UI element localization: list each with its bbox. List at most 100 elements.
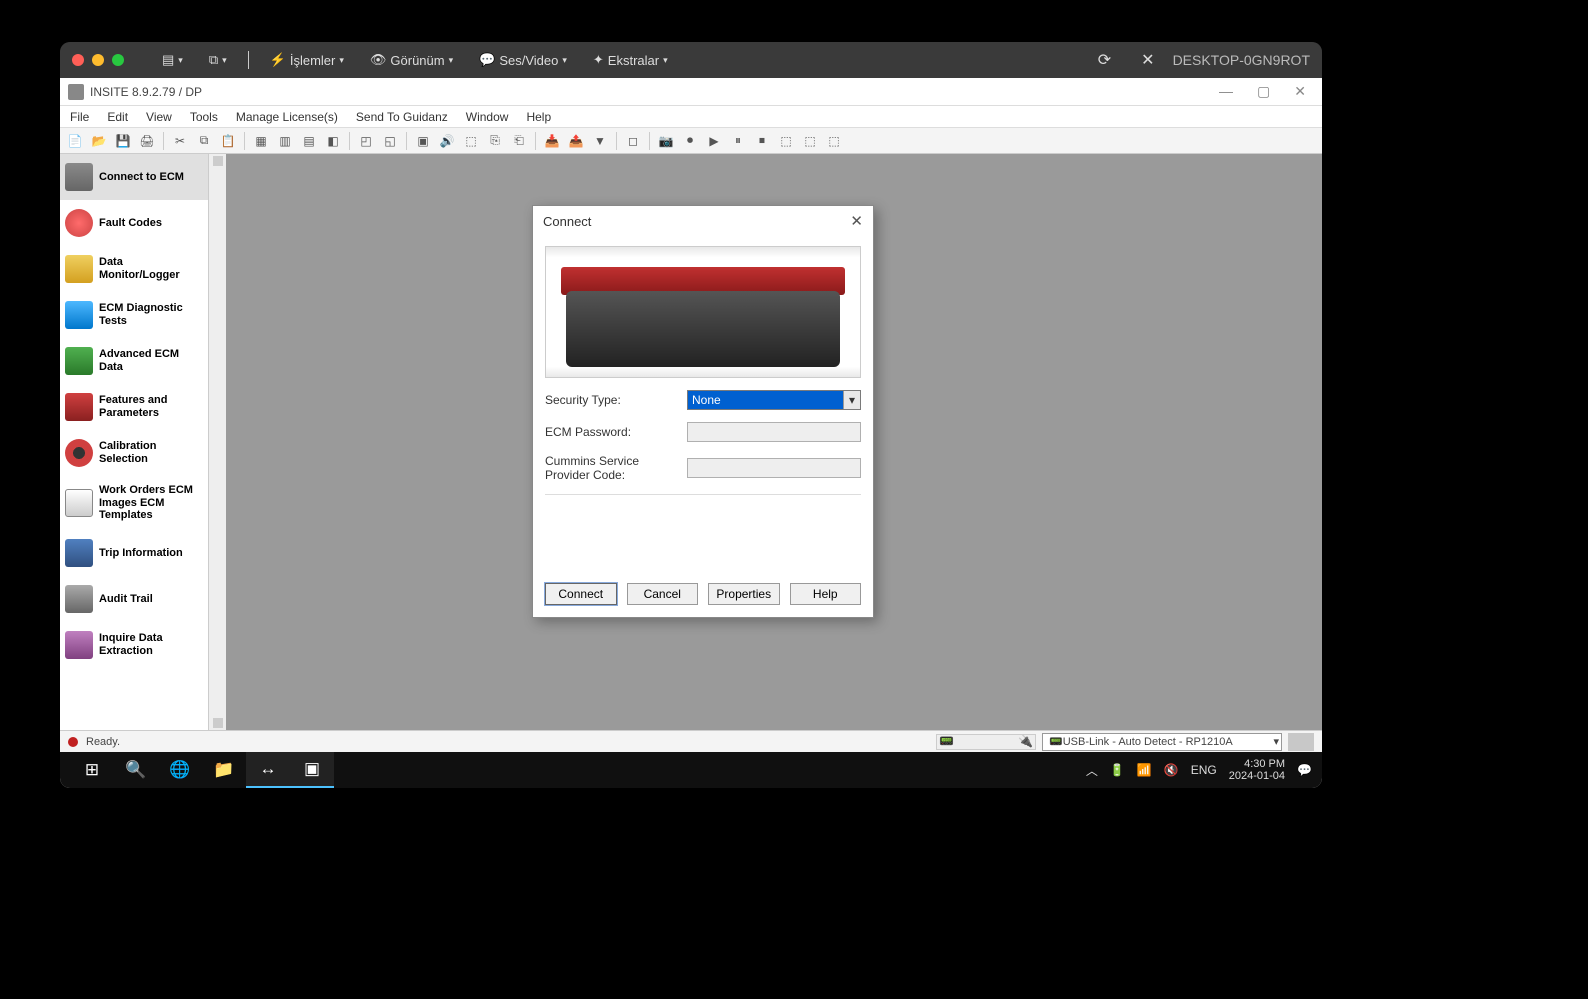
win-minimize[interactable]: —	[1219, 83, 1233, 100]
tb-print[interactable]: 🖨	[136, 131, 158, 151]
toolbar: 📄 📂 💾 🖨 ✂ ⧉ 📋 ▦ ▥ ▤ ◧ ◰ ◱ ▣ 🔊 ⬚ ⎘ ⎗ 📥 📤	[60, 128, 1322, 154]
menu-send-guidanz[interactable]: Send To Guidanz	[356, 110, 448, 124]
help-button[interactable]: Help	[790, 583, 862, 605]
tb-17[interactable]: ⬚	[823, 131, 845, 151]
tb-2[interactable]: ▥	[274, 131, 296, 151]
tb-stop[interactable]: ⏹	[751, 131, 773, 151]
features-icon	[65, 393, 93, 421]
tb-11[interactable]: ⎗	[508, 131, 530, 151]
explorer-button[interactable]: 📁	[202, 752, 246, 788]
clock[interactable]: 4:30 PM 2024-01-04	[1229, 758, 1285, 782]
menu-tools[interactable]: Tools	[190, 110, 218, 124]
workorders-icon	[65, 489, 93, 517]
tb-pause[interactable]: ⏸	[727, 131, 749, 151]
system-tray: ︿ 🔋 📶 🔇 ENG 4:30 PM 2024-01-04 💬	[1086, 758, 1312, 782]
sidebar-item-data-monitor[interactable]: Data Monitor/Logger	[60, 246, 208, 292]
sidebar-item-audit[interactable]: Audit Trail	[60, 576, 208, 622]
app-titlebar: INSITE 8.9.2.79 / DP — ▢ ✕	[60, 78, 1322, 106]
provider-code-label: Cummins Service Provider Code:	[545, 454, 687, 482]
ekstralar-menu[interactable]: ✦ Ekstralar▾	[585, 49, 676, 71]
tb-paste[interactable]: 📋	[217, 131, 239, 151]
tb-new[interactable]: 📄	[64, 131, 86, 151]
tb-save[interactable]: 💾	[112, 131, 134, 151]
password-field	[687, 422, 861, 442]
trip-icon	[65, 539, 93, 567]
win-maximize[interactable]: ▢	[1257, 83, 1270, 100]
app-title: INSITE 8.9.2.79 / DP	[90, 85, 202, 99]
tb-6[interactable]: ◱	[379, 131, 401, 151]
sidebar-scrollbar[interactable]	[208, 154, 226, 730]
menu-help[interactable]: Help	[526, 110, 551, 124]
menu-window[interactable]: Window	[466, 110, 509, 124]
sesvideo-menu[interactable]: 💬 Ses/Video▾	[471, 49, 575, 71]
menu-edit[interactable]: Edit	[107, 110, 128, 124]
copy-dropdown[interactable]: ⧉▾	[201, 49, 235, 71]
properties-button[interactable]: Properties	[708, 583, 780, 605]
diag-icon	[65, 301, 93, 329]
menu-view[interactable]: View	[146, 110, 172, 124]
battery-icon[interactable]: 🔋	[1110, 763, 1125, 777]
statusbar: Ready. 📟 USB-Link - Auto Detect - RP1210…	[60, 730, 1322, 752]
insite-taskbar-button[interactable]: ▣	[290, 752, 334, 788]
refresh-icon[interactable]: ⟳	[1098, 50, 1111, 70]
tb-1[interactable]: ▦	[250, 131, 272, 151]
win-close[interactable]: ✕	[1294, 83, 1306, 100]
sidebar-item-connect-ecm[interactable]: Connect to ECM	[60, 154, 208, 200]
tb-rec[interactable]: ⏺	[679, 131, 701, 151]
sidebar-item-diag-tests[interactable]: ECM Diagnostic Tests	[60, 292, 208, 338]
sidebar-item-adv-ecm[interactable]: Advanced ECM Data	[60, 338, 208, 384]
sidebar-item-fault-codes[interactable]: Fault Codes	[60, 200, 208, 246]
cancel-button[interactable]: Cancel	[627, 583, 699, 605]
adapter-select[interactable]: 📟 USB-Link - Auto Detect - RP1210A	[1042, 733, 1282, 751]
tb-15[interactable]: ⬚	[775, 131, 797, 151]
data-monitor-icon	[65, 255, 93, 283]
tb-7[interactable]: ▣	[412, 131, 434, 151]
sidebar-item-trip[interactable]: Trip Information	[60, 530, 208, 576]
wifi-icon[interactable]: 📶	[1137, 763, 1152, 777]
tb-3[interactable]: ▤	[298, 131, 320, 151]
notifications-icon[interactable]: 💬	[1297, 763, 1312, 777]
tb-cam[interactable]: 📷	[655, 131, 677, 151]
tb-9[interactable]: ⬚	[460, 131, 482, 151]
start-button[interactable]: ⊞	[70, 752, 114, 788]
tb-12[interactable]: 📥	[541, 131, 563, 151]
sidebar-item-work-orders[interactable]: Work Orders ECM Images ECM Templates	[60, 476, 208, 530]
tb-14[interactable]: ◻	[622, 131, 644, 151]
doc-dropdown[interactable]: ▤▾	[154, 49, 191, 71]
tb-13[interactable]: 📤	[565, 131, 587, 151]
volume-icon[interactable]: 🔇	[1164, 763, 1179, 777]
sidebar-item-features[interactable]: Features and Parameters	[60, 384, 208, 430]
tb-open[interactable]: 📂	[88, 131, 110, 151]
menu-file[interactable]: File	[70, 110, 89, 124]
tb-4[interactable]: ◧	[322, 131, 344, 151]
security-type-combo[interactable]: None	[687, 390, 861, 410]
teamviewer-button[interactable]: ↔	[246, 752, 290, 788]
edge-button[interactable]: 🌐	[158, 752, 202, 788]
sidebar-item-inquire[interactable]: Inquire Data Extraction	[60, 622, 208, 668]
tb-copy[interactable]: ⧉	[193, 131, 215, 151]
traffic-lights	[72, 54, 124, 66]
calibration-icon	[65, 439, 93, 467]
security-type-label: Security Type:	[545, 393, 687, 407]
close-button[interactable]	[72, 54, 84, 66]
tb-filter[interactable]: ▼	[589, 131, 611, 151]
tb-16[interactable]: ⬚	[799, 131, 821, 151]
gorunum-menu[interactable]: 👁 Görünüm▾	[362, 49, 461, 71]
tb-10[interactable]: ⎘	[484, 131, 506, 151]
search-button[interactable]: 🔍	[114, 752, 158, 788]
tb-5[interactable]: ◰	[355, 131, 377, 151]
tb-8[interactable]: 🔊	[436, 131, 458, 151]
menu-manage-licenses[interactable]: Manage License(s)	[236, 110, 338, 124]
minimize-button[interactable]	[92, 54, 104, 66]
tray-chevron-icon[interactable]: ︿	[1086, 762, 1098, 779]
tb-play[interactable]: ▶	[703, 131, 725, 151]
language-indicator[interactable]: ENG	[1191, 763, 1217, 777]
adapter-slider[interactable]	[936, 734, 1036, 750]
tb-cut[interactable]: ✂	[169, 131, 191, 151]
islemler-menu[interactable]: ⚡ İşlemler▾	[262, 49, 352, 71]
connect-button[interactable]: Connect	[545, 583, 617, 605]
zoom-button[interactable]	[112, 54, 124, 66]
close-session-icon[interactable]: ✕	[1141, 50, 1154, 70]
sidebar-item-calibration[interactable]: Calibration Selection	[60, 430, 208, 476]
dialog-close-button[interactable]: ✕	[850, 212, 863, 230]
